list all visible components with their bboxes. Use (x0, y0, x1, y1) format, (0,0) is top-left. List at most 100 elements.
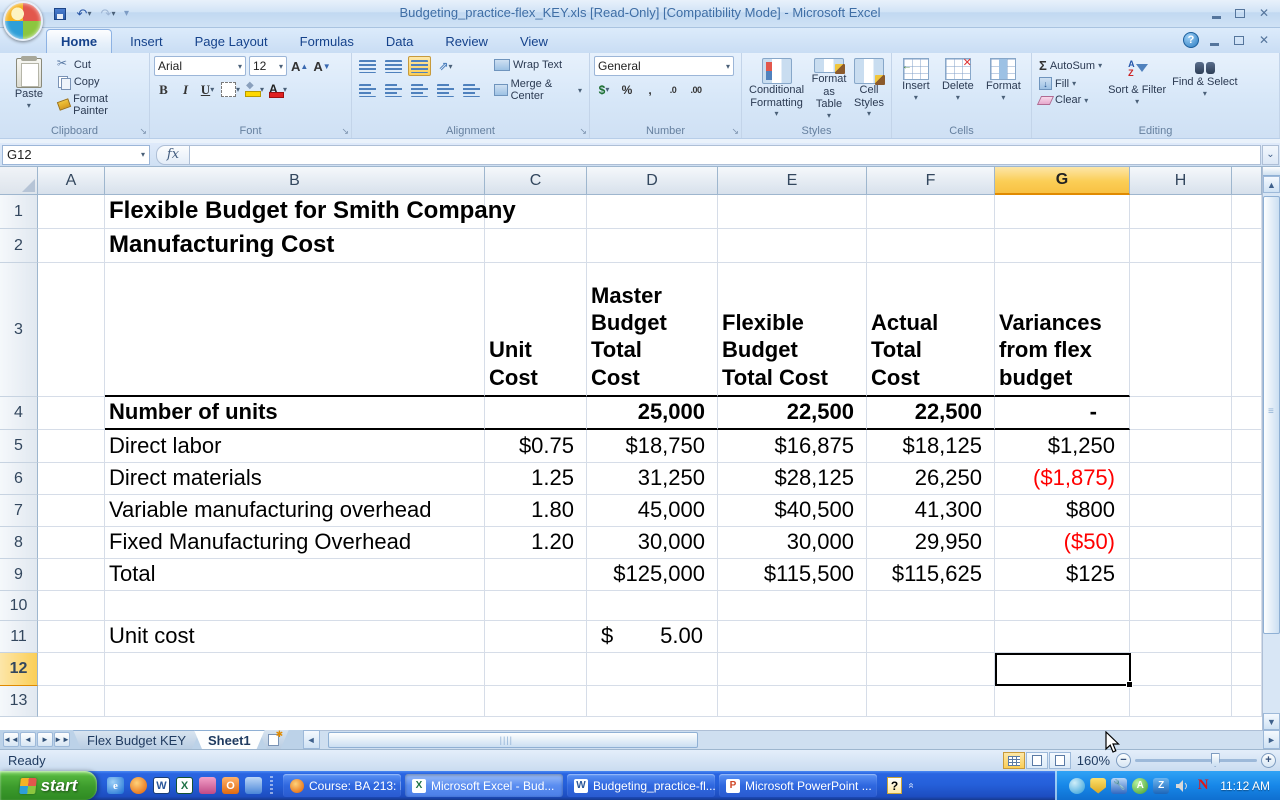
row-header-13[interactable]: 13 (0, 686, 38, 717)
align-right-button[interactable] (408, 80, 431, 100)
cell-h7[interactable] (1130, 495, 1232, 527)
cell-total-flex[interactable]: $115,500 (718, 559, 867, 591)
cell-units-flex[interactable]: 22,500 (718, 397, 867, 430)
formula-input[interactable] (190, 144, 1261, 165)
header-actual-total[interactable]: Actual Total Cost (867, 263, 995, 397)
insert-function-button[interactable]: fx (156, 144, 190, 165)
cell-styles-button[interactable]: Cell Styles ▾ (851, 56, 887, 122)
cell-total-label[interactable]: Total (105, 559, 485, 591)
undo-button[interactable]: ↶ ▾ (74, 5, 94, 23)
cell-h6[interactable] (1130, 463, 1232, 495)
tab-home[interactable]: Home (46, 29, 113, 53)
column-header-e[interactable]: E (718, 167, 867, 195)
cell-unit-cost-value[interactable]: $ 5.00 (587, 621, 718, 653)
prev-sheet-button[interactable]: ◄ (20, 732, 36, 747)
cell-a1[interactable] (38, 195, 105, 229)
cell-e1[interactable] (718, 195, 867, 229)
border-button[interactable]: ▾ (220, 80, 241, 99)
row-header-1[interactable]: 1 (0, 195, 38, 229)
cell-d2[interactable] (587, 229, 718, 263)
cell-e2[interactable] (718, 229, 867, 263)
cell-b12[interactable] (105, 653, 485, 686)
cell-d10[interactable] (587, 591, 718, 621)
cell-unit-cost-label[interactable]: Unit cost (105, 621, 485, 653)
zoom-out-button[interactable]: − (1116, 753, 1131, 768)
tab-formulas[interactable]: Formulas (286, 30, 368, 53)
restore-button[interactable] (1230, 5, 1250, 21)
split-handle[interactable] (1263, 167, 1280, 176)
cell-h1[interactable] (1130, 195, 1232, 229)
format-as-table-button[interactable]: Format as Table ▾ (807, 56, 851, 122)
column-header-h[interactable]: H (1130, 167, 1232, 195)
align-center-button[interactable] (382, 80, 405, 100)
cell-h9[interactable] (1130, 559, 1232, 591)
cell-dm-unit[interactable]: 1.25 (485, 463, 587, 495)
tab-review[interactable]: Review (431, 30, 502, 53)
cell-h8[interactable] (1130, 527, 1232, 559)
cell-vo-flex[interactable]: $40,500 (718, 495, 867, 527)
row-header-3[interactable]: 3 (0, 263, 38, 397)
cell-h3[interactable] (1130, 263, 1232, 397)
task-button-excel[interactable]: X Microsoft Excel - Bud... (405, 774, 563, 797)
conditional-formatting-button[interactable]: Conditional Formatting ▾ (746, 56, 807, 122)
font-dialog-launcher[interactable]: ↘ (341, 126, 349, 137)
sheet-tab-sheet1-active[interactable]: Sheet1 (194, 730, 265, 749)
number-dialog-launcher[interactable]: ↘ (731, 126, 739, 137)
bold-button[interactable]: B (154, 80, 173, 99)
header-flexible-budget[interactable]: Flexible Budget Total Cost (718, 263, 867, 397)
show-hidden-icons-chevron[interactable]: » (905, 783, 916, 789)
vertical-scrollbar[interactable]: ▲ ▼ (1262, 167, 1280, 730)
tab-data[interactable]: Data (372, 30, 427, 53)
merge-center-button[interactable]: Merge & Center ▾ (491, 77, 585, 103)
align-left-button[interactable] (356, 80, 379, 100)
page-layout-view-button[interactable] (1025, 752, 1048, 769)
select-all-corner[interactable] (0, 167, 38, 195)
cell-g10[interactable] (995, 591, 1130, 621)
cell-h12[interactable] (1130, 653, 1232, 686)
office-button[interactable] (3, 1, 43, 41)
format-painter-button[interactable]: Format Painter (54, 92, 145, 118)
cell-f2[interactable] (867, 229, 995, 263)
format-cells-button[interactable]: Format ▾ (983, 56, 1024, 122)
sort-filter-button[interactable]: AZ Sort & Filter ▾ (1105, 58, 1169, 122)
cell-b2[interactable]: Manufacturing Cost (105, 229, 485, 263)
align-middle-button[interactable] (382, 56, 405, 76)
cell-a6[interactable] (38, 463, 105, 495)
tab-insert[interactable]: Insert (116, 30, 177, 53)
cell-direct-labor[interactable]: Direct labor (105, 430, 485, 463)
align-top-button[interactable] (356, 56, 379, 76)
header-master-budget[interactable]: Master Budget Total Cost (587, 263, 718, 397)
cell-d13[interactable] (587, 686, 718, 717)
orientation-button[interactable]: ⇗ ▾ (434, 56, 457, 76)
cell-e10[interactable] (718, 591, 867, 621)
ie-icon[interactable]: e (107, 777, 124, 794)
cell-g2[interactable] (995, 229, 1130, 263)
cell-vo-master[interactable]: 45,000 (587, 495, 718, 527)
column-header-f[interactable]: F (867, 167, 995, 195)
cell-total-variance[interactable]: $125 (995, 559, 1130, 591)
scrollbar-grip[interactable]: |||| (500, 735, 513, 745)
cell-a9[interactable] (38, 559, 105, 591)
cell-g11[interactable] (995, 621, 1130, 653)
active-cell-selection-border[interactable] (995, 653, 1133, 688)
cell-fo-variance-negative[interactable]: ($50) (995, 527, 1130, 559)
cell-c9[interactable] (485, 559, 587, 591)
scroll-left-button[interactable]: ◄ (302, 730, 320, 749)
cell-a8[interactable] (38, 527, 105, 559)
zoom-slider-thumb[interactable] (1210, 753, 1220, 767)
explorer-icon[interactable] (245, 777, 262, 794)
cell-dm-variance-negative[interactable]: ($1,875) (995, 463, 1130, 495)
row-header-4[interactable]: 4 (0, 397, 38, 430)
number-format-select[interactable]: General ▾ (594, 56, 734, 76)
cell-e13[interactable] (718, 686, 867, 717)
row-header-12-selected[interactable]: 12 (0, 653, 38, 686)
task-button-powerpoint[interactable]: P Microsoft PowerPoint ... (719, 774, 877, 797)
cell-h11[interactable] (1130, 621, 1232, 653)
cell-c13[interactable] (485, 686, 587, 717)
cell-units-variance[interactable]: - (995, 397, 1130, 430)
cell-h4[interactable] (1130, 397, 1232, 430)
cell-a12[interactable] (38, 653, 105, 686)
cell-d1[interactable] (587, 195, 718, 229)
grow-font-button[interactable]: A ▲ (290, 57, 309, 76)
italic-button[interactable]: I (176, 80, 195, 99)
